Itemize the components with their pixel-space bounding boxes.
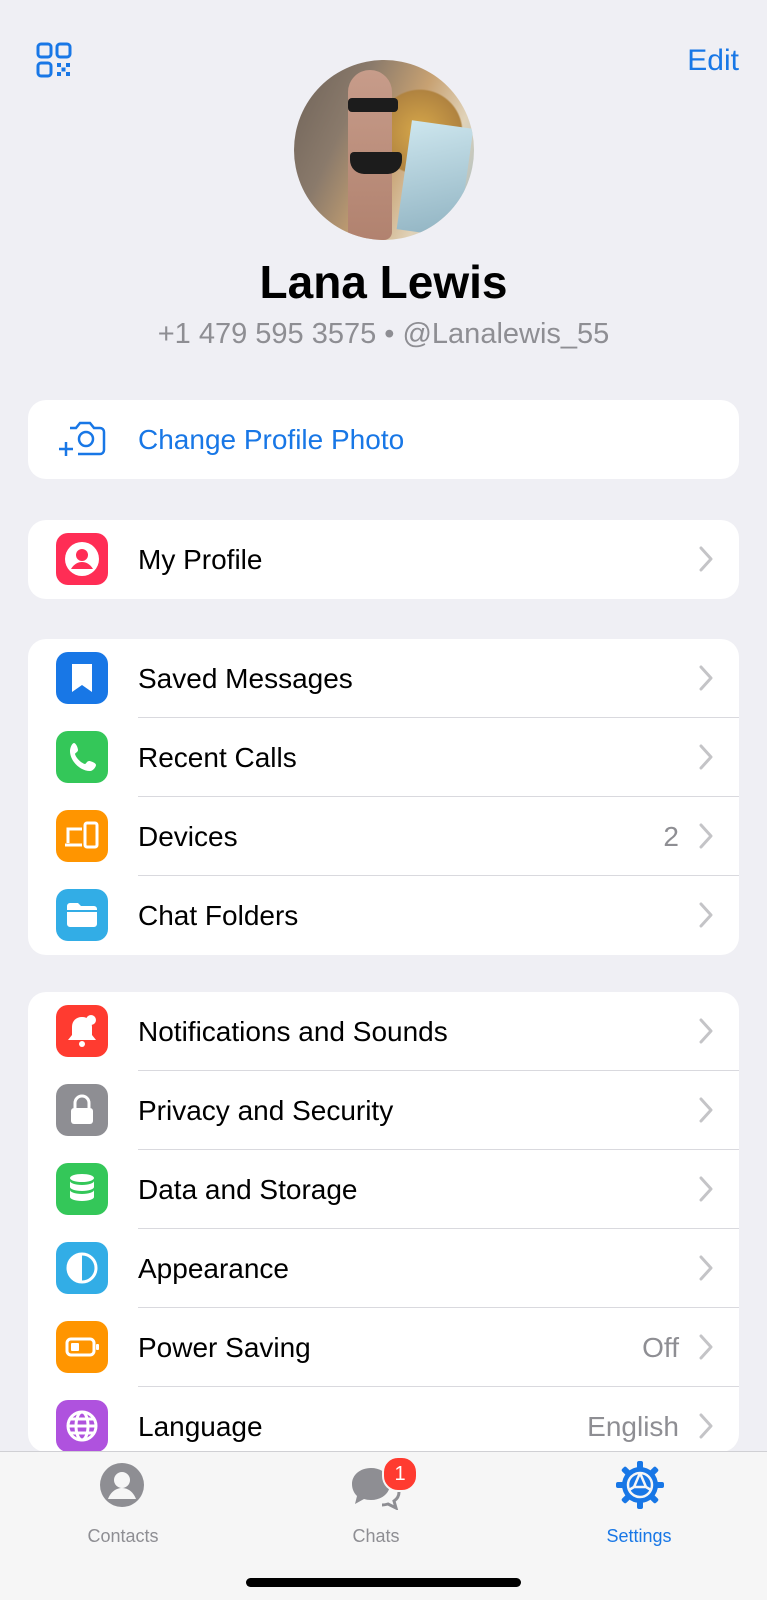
chevron-right-icon (699, 1255, 713, 1281)
row-label: Notifications and Sounds (138, 1015, 448, 1047)
tab-contacts-label: Contacts (87, 1526, 159, 1546)
chevron-right-icon (699, 1097, 713, 1123)
bell-icon (56, 1005, 108, 1057)
half-circle-icon (56, 1242, 108, 1294)
bookmark-icon (56, 652, 108, 704)
row-my-profile[interactable]: My Profile (28, 520, 739, 599)
devices-icon (56, 810, 108, 862)
row-label: Chat Folders (138, 899, 299, 931)
row-chat-folders[interactable]: Chat Folders (28, 876, 739, 955)
row-label: Language (138, 1410, 263, 1442)
tab-settings-label: Settings (606, 1526, 672, 1546)
chevron-right-icon (699, 902, 713, 928)
chevron-right-icon (699, 546, 713, 572)
person-icon (56, 533, 108, 585)
profile-group: My Profile (28, 520, 739, 599)
database-icon (56, 1163, 108, 1215)
settings-group: Notifications and Sounds Privacy and Secu… (28, 992, 739, 1452)
phone-icon (56, 731, 108, 783)
row-recent-calls[interactable]: Recent Calls (28, 718, 739, 797)
row-appearance[interactable]: Appearance (28, 1229, 739, 1308)
row-power-saving[interactable]: Power Saving Off (28, 1308, 739, 1387)
lock-icon (56, 1084, 108, 1136)
folder-icon (56, 889, 108, 941)
tab-bar: Contacts 1 Chats Settings (0, 1451, 767, 1600)
row-value: Off (642, 1331, 679, 1363)
tab-chats[interactable]: 1 Chats (296, 1452, 456, 1552)
general-group: Saved Messages Recent Calls Devices 2 Chat F… (28, 639, 739, 955)
chevron-right-icon (699, 1018, 713, 1044)
home-indicator (246, 1578, 521, 1587)
tab-contacts[interactable]: Contacts (43, 1452, 203, 1552)
row-privacy-and-security[interactable]: Privacy and Security (28, 1071, 739, 1150)
qr-code-icon[interactable] (36, 42, 72, 78)
chevron-right-icon (699, 744, 713, 770)
profile-name: Lana Lewis (259, 256, 508, 308)
avatar[interactable] (294, 60, 474, 240)
change-profile-photo-label: Change Profile Photo (138, 423, 405, 455)
chevron-right-icon (699, 823, 713, 849)
change-profile-photo-button[interactable]: Change Profile Photo (28, 400, 739, 479)
row-saved-messages[interactable]: Saved Messages (28, 639, 739, 718)
row-label: Appearance (138, 1252, 290, 1284)
battery-icon (56, 1321, 108, 1373)
chevron-right-icon (699, 1176, 713, 1202)
change-photo-card: Change Profile Photo (28, 400, 739, 479)
row-label: My Profile (138, 543, 263, 575)
edit-button[interactable]: Edit (687, 44, 739, 78)
row-label: Power Saving (138, 1331, 311, 1363)
row-language[interactable]: Language English (28, 1387, 739, 1452)
globe-icon (56, 1400, 108, 1452)
tab-chats-label: Chats (352, 1526, 400, 1546)
row-value: 2 (663, 820, 679, 852)
row-value: English (587, 1410, 679, 1442)
row-label: Data and Storage (138, 1173, 358, 1205)
camera-add-icon (59, 421, 106, 456)
chats-unread-badge: 1 (382, 1456, 418, 1492)
row-label: Privacy and Security (138, 1094, 394, 1126)
settings-icon (616, 1461, 664, 1509)
row-label: Saved Messages (138, 662, 353, 694)
chevron-right-icon (699, 1413, 713, 1439)
row-devices[interactable]: Devices 2 (28, 797, 739, 876)
row-notifications-and-sounds[interactable]: Notifications and Sounds (28, 992, 739, 1071)
tab-settings[interactable]: Settings (559, 1452, 719, 1552)
row-label: Recent Calls (138, 741, 297, 773)
row-data-and-storage[interactable]: Data and Storage (28, 1150, 739, 1229)
profile-phone-username: +1 479 595 3575 • @Lanalewis_55 (157, 318, 610, 350)
chevron-right-icon (699, 1334, 713, 1360)
chevron-right-icon (699, 665, 713, 691)
contacts-icon (100, 1463, 144, 1507)
row-label: Devices (138, 820, 238, 852)
